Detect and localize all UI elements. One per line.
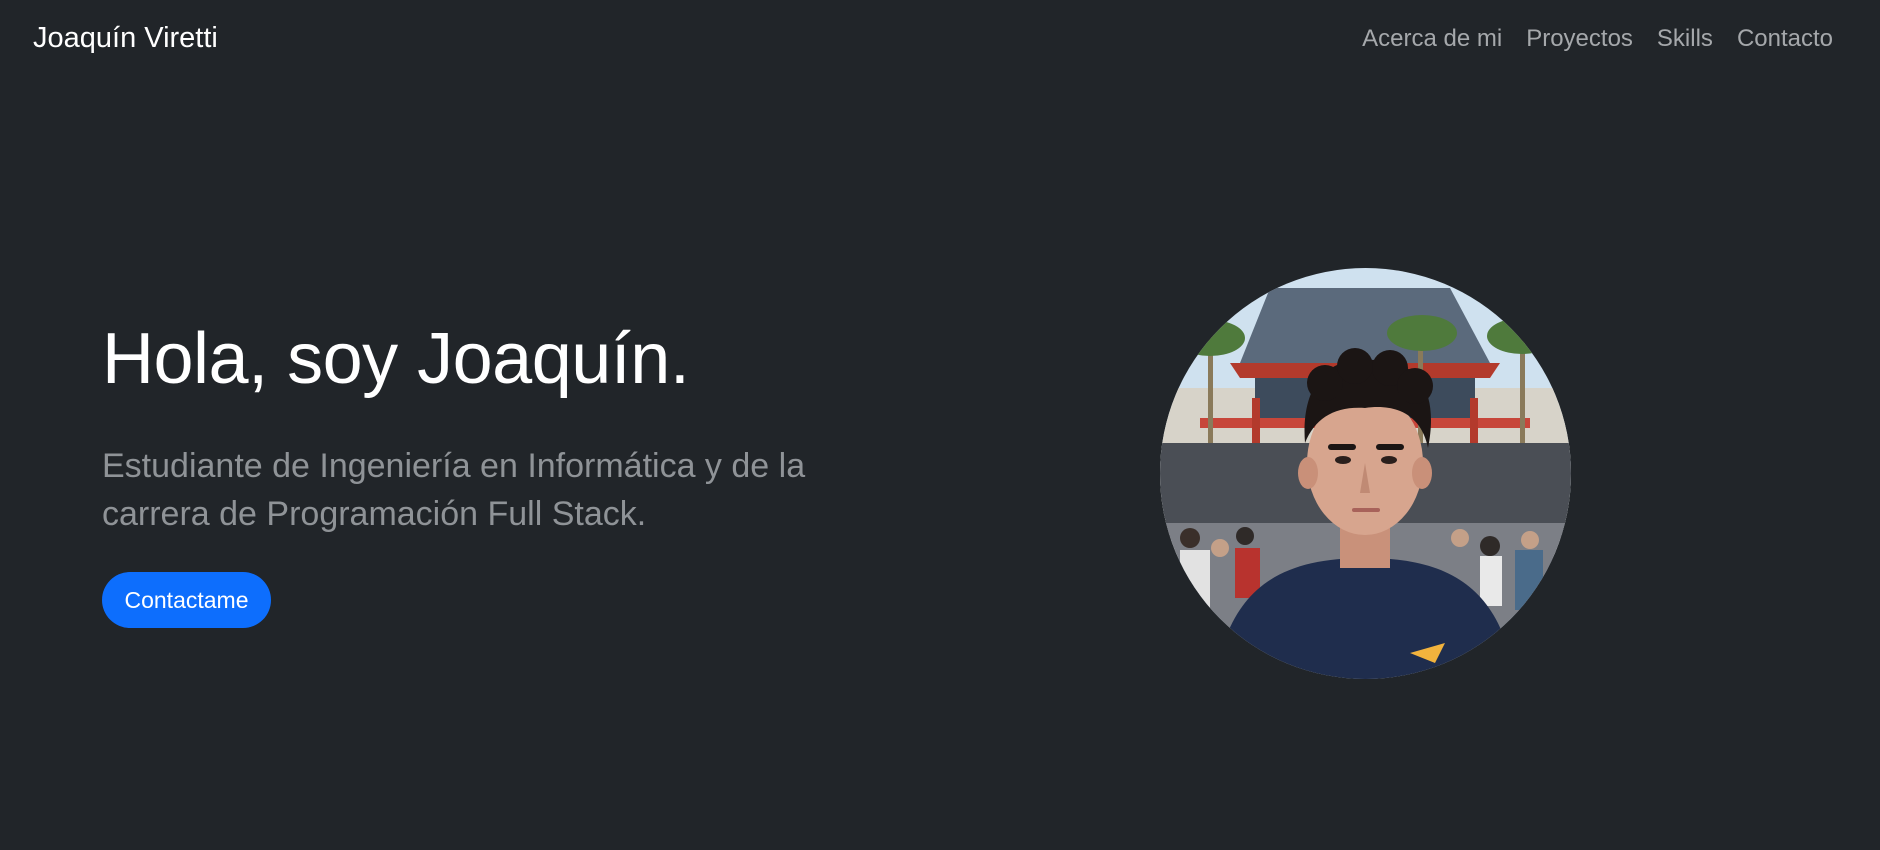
hero-subtitle: Estudiante de Ingeniería en Informática … [102, 447, 806, 534]
profile-photo [1160, 268, 1571, 679]
contact-button[interactable]: Contactame [102, 572, 271, 628]
nav-links: Acerca de mi Proyectos Skills Contacto [1362, 25, 1833, 53]
nav-link-acerca[interactable]: Acerca de mi [1362, 25, 1502, 53]
nav-link-skills[interactable]: Skills [1657, 25, 1713, 53]
profile-photo-illustration [1160, 268, 1571, 679]
hero-section: Hola, soy Joaquín. Estudiante de Ingenie… [102, 319, 862, 538]
brand-link[interactable]: Joaquín Viretti [33, 22, 218, 55]
hero-title: Hola, soy Joaquín. [102, 319, 690, 399]
navbar: Joaquín Viretti Acerca de mi Proyectos S… [0, 0, 1880, 84]
nav-link-proyectos[interactable]: Proyectos [1526, 25, 1633, 53]
nav-link-contacto[interactable]: Contacto [1737, 25, 1833, 53]
